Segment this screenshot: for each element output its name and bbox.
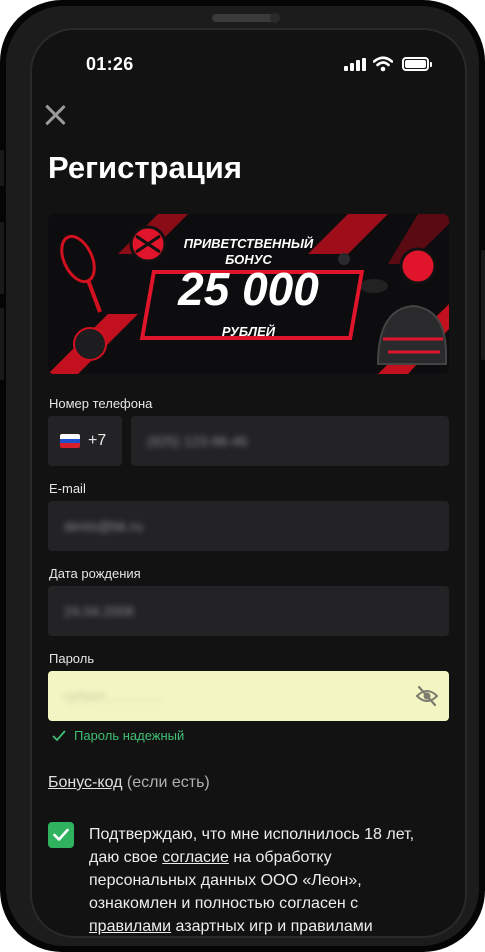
eye-off-icon[interactable] bbox=[415, 685, 439, 707]
mute-switch bbox=[0, 150, 4, 186]
birthdate-input[interactable]: 24.04.2006 bbox=[48, 586, 449, 636]
banner-amount: 25 000 bbox=[178, 263, 319, 315]
speaker-grille bbox=[212, 14, 274, 22]
volume-up-button bbox=[0, 222, 4, 294]
phone-frame: 01:26 Регистрация ПРИВЕТСТВЕННЫЙ БОНУС 2… bbox=[6, 6, 479, 946]
password-label: Пароль bbox=[49, 651, 95, 666]
password-strength: Пароль надежный bbox=[52, 728, 184, 743]
phone-label: Номер телефона bbox=[49, 396, 153, 411]
battery-icon bbox=[402, 57, 432, 71]
birthdate-value: 24.04.2006 bbox=[64, 603, 135, 619]
front-camera bbox=[270, 13, 280, 23]
country-code-selector[interactable]: +7 bbox=[48, 416, 122, 466]
bonus-code-row: Бонус-код (если есть) bbox=[48, 774, 210, 792]
consent-link[interactable]: согласие bbox=[162, 849, 229, 866]
wifi-icon bbox=[373, 56, 393, 72]
status-time: 01:26 bbox=[86, 54, 134, 74]
bonus-code-link[interactable]: Бонус-код bbox=[48, 774, 122, 791]
phone-input[interactable]: (925) 123-96-46 bbox=[131, 416, 449, 466]
russia-flag-icon bbox=[60, 434, 80, 448]
consent-text: Подтверждаю, что мне исполнилось 18 лет,… bbox=[89, 823, 429, 936]
password-input[interactable]: ryrbert............... bbox=[48, 671, 449, 721]
consent-checkbox[interactable] bbox=[48, 822, 74, 848]
consent-part3: азартных игр и правилами bbox=[171, 918, 373, 935]
banner-currency: РУБЛЕЙ bbox=[221, 324, 276, 339]
volume-down-button bbox=[0, 308, 4, 380]
signal-icon bbox=[344, 58, 366, 71]
banner-line1: ПРИВЕТСТВЕННЫЙ bbox=[183, 236, 314, 251]
page-title: Регистрация bbox=[48, 150, 242, 185]
password-value: ryrbert............... bbox=[64, 688, 163, 704]
close-icon[interactable] bbox=[44, 104, 66, 126]
check-icon bbox=[52, 729, 66, 741]
email-value: denis@bk.ru bbox=[64, 518, 143, 534]
screen: 01:26 Регистрация ПРИВЕТСТВЕННЫЙ БОНУС 2… bbox=[30, 28, 467, 938]
birthdate-label: Дата рождения bbox=[49, 566, 141, 581]
rules-link[interactable]: правилами bbox=[89, 918, 171, 935]
check-icon bbox=[53, 828, 69, 841]
welcome-bonus-banner: ПРИВЕТСТВЕННЫЙ БОНУС 25 000 РУБЛЕЙ bbox=[48, 214, 449, 374]
power-button bbox=[481, 250, 485, 360]
email-label: E-mail bbox=[49, 481, 86, 496]
bonus-code-suffix: (если есть) bbox=[122, 774, 210, 791]
password-strength-text: Пароль надежный bbox=[74, 728, 185, 743]
country-code: +7 bbox=[88, 432, 107, 449]
phone-value: (925) 123-96-46 bbox=[147, 433, 248, 449]
email-input[interactable]: denis@bk.ru bbox=[48, 501, 449, 551]
phone-device: 01:26 Регистрация ПРИВЕТСТВЕННЫЙ БОНУС 2… bbox=[0, 0, 485, 952]
